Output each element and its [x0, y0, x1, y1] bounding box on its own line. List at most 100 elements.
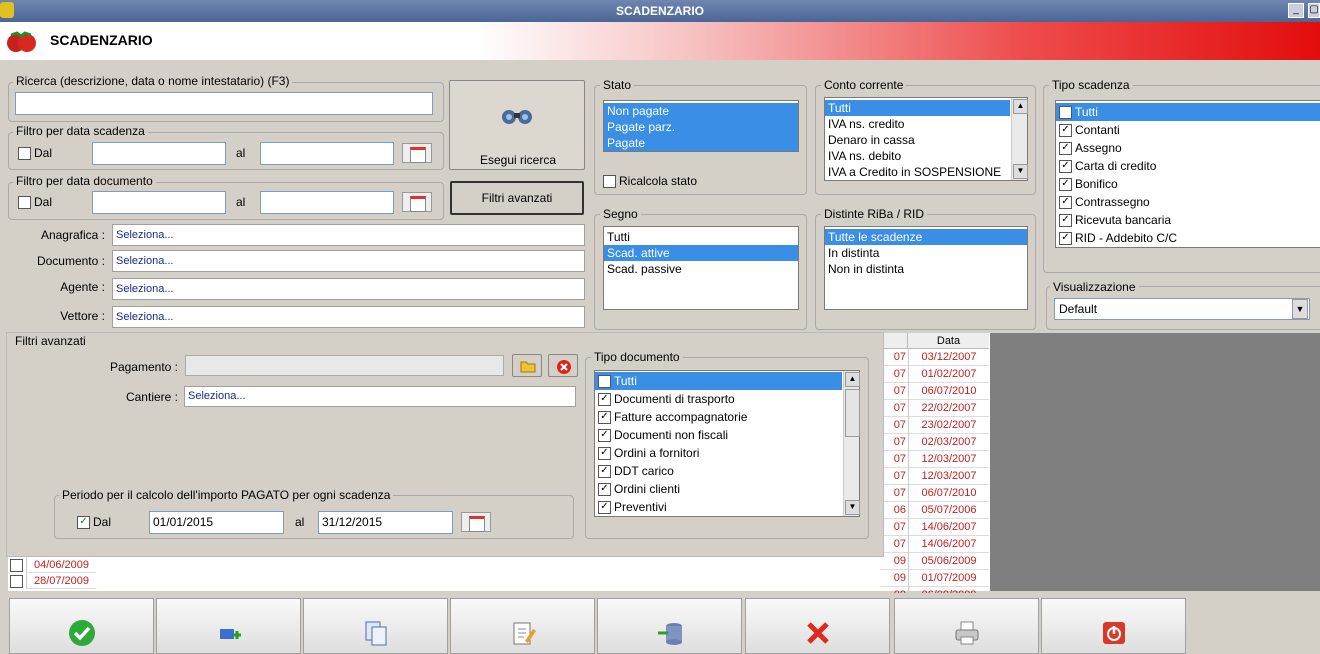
conto-item[interactable]: IVA ns. debito [825, 148, 1010, 164]
segno-listbox[interactable]: Tutti Scad. attive Scad. passive [603, 226, 799, 310]
database-button[interactable] [597, 598, 742, 654]
row-date: 05/06/2009 [909, 553, 989, 570]
folder-icon[interactable] [512, 354, 542, 377]
edit-button[interactable] [450, 598, 595, 654]
stato-item[interactable]: Non pagate [604, 103, 798, 119]
stato-item[interactable]: Pagate [604, 135, 798, 151]
tipo-scadenza-item[interactable]: ✓ Contanti [1056, 121, 1320, 139]
doc-date-from-input[interactable] [92, 191, 226, 214]
row-fragment: 07 [880, 383, 908, 400]
tipo-documento-item[interactable]: ✓ DDT carico [595, 462, 842, 480]
distinte-item[interactable]: Non in distinta [825, 261, 1027, 277]
conto-item[interactable]: IVA a Credito in SOSPENSIONE [825, 164, 1010, 180]
segno-item[interactable]: Tutti [604, 229, 798, 245]
exit-button[interactable] [1041, 598, 1186, 654]
tipo-documento-listbox[interactable]: ✓ Tutti ✓ Documenti di trasporto ✓ Fatture … [594, 370, 860, 517]
conto-scrollbar[interactable]: ▲ ▼ [1011, 98, 1028, 180]
cantiere-picker[interactable]: Seleziona... [184, 386, 576, 407]
table-row[interactable] [10, 574, 26, 589]
advanced-filters-button[interactable]: Filtri avanzati [450, 181, 584, 215]
tipo-documento-item[interactable]: ✓ Documenti non fiscali [595, 426, 842, 444]
period-to-input[interactable]: 31/12/2015 [318, 511, 453, 534]
binoculars-icon [502, 110, 532, 124]
distinte-listbox[interactable]: Tutte le scadenze In distinta Non in dis… [824, 226, 1028, 310]
period-to-label: al [295, 515, 305, 529]
copy-button[interactable] [303, 598, 448, 654]
segno-item[interactable]: Scad. passive [604, 261, 798, 277]
recalc-state-label: Ricalcola stato [619, 174, 698, 188]
tipo-documento-item[interactable]: ✓ Fatture accompagnatorie [595, 408, 842, 426]
tipo-scadenza-item[interactable]: ✓ Contrassegno [1056, 193, 1320, 211]
tipo-scadenza-listbox[interactable]: ✓ Tutti ✓ Contanti ✓ Assegno ✓ Carta di cred… [1055, 100, 1320, 248]
agente-picker[interactable]: Seleziona... [112, 278, 585, 300]
search-input[interactable] [15, 92, 433, 115]
minimize-button[interactable]: _ [1288, 3, 1304, 18]
conto-item[interactable]: Tutti [825, 100, 1010, 116]
due-date-filter-legend: Filtro per data scadenza [13, 124, 148, 138]
row-fragment: 07 [880, 366, 908, 383]
payment-field[interactable] [185, 355, 504, 376]
chevron-down-icon[interactable]: ▼ [1292, 299, 1308, 319]
doc-date-from-checkbox[interactable]: Dal [18, 195, 52, 210]
agente-label: Agente : [60, 280, 105, 294]
stato-listbox[interactable]: Non pagate Pagate parz. Pagate [603, 100, 799, 152]
date-column-header[interactable]: Data [908, 333, 989, 349]
doc-date-calendar-icon[interactable] [402, 192, 432, 212]
add-button[interactable] [156, 598, 301, 654]
grid-empty-area [990, 333, 1320, 591]
checkmark-icon [69, 620, 95, 646]
conto-item[interactable]: Denaro in cassa [825, 132, 1010, 148]
tipo-scadenza-item[interactable]: ✓ Tutti [1056, 103, 1320, 121]
segno-item[interactable]: Scad. attive [604, 245, 798, 261]
anagrafica-picker[interactable]: Seleziona... [112, 224, 585, 246]
edit-document-icon [513, 622, 536, 645]
stato-item[interactable]: Pagate parz. [604, 119, 798, 135]
visual-select[interactable]: Default [1054, 298, 1310, 320]
period-from-checkbox[interactable]: ✓ Dal [77, 515, 111, 530]
confirm-button[interactable] [9, 598, 154, 654]
table-row[interactable] [10, 558, 26, 573]
tipo-documento-scrollbar[interactable]: ▲ ▼ [843, 371, 860, 516]
tipo-documento-item[interactable]: ✓ Documenti di trasporto [595, 390, 842, 408]
tipo-scadenza-item[interactable]: ✓ Ricevuta bancaria [1056, 211, 1320, 229]
period-from-input[interactable]: 01/01/2015 [149, 511, 284, 534]
scroll-down-icon[interactable]: ▼ [845, 500, 860, 515]
documento-picker[interactable]: Seleziona... [112, 250, 585, 272]
segno-legend: Segno [600, 207, 641, 221]
tipo-documento-item[interactable]: ✓ Preventivi [595, 498, 842, 516]
tipo-documento-item[interactable]: ✓ Ordini clienti [595, 480, 842, 498]
distinte-item[interactable]: In distinta [825, 245, 1027, 261]
tipo-documento-item[interactable]: ✓ Ordini a fornitori [595, 444, 842, 462]
row-date: 14/06/2007 [909, 519, 989, 536]
distinte-item[interactable]: Tutte le scadenze [825, 229, 1027, 245]
tipo-documento-item[interactable]: ✓ Tutti [595, 372, 842, 390]
tipo-scadenza-item[interactable]: ✓ Assegno [1056, 139, 1320, 157]
due-date-calendar-icon[interactable] [402, 143, 432, 163]
vettore-picker[interactable]: Seleziona... [112, 306, 585, 328]
tipo-scadenza-item[interactable]: ✓ RID - Addebito C/C [1056, 229, 1320, 247]
conto-listbox[interactable]: Tutti IVA ns. credito Denaro in cassa IV… [824, 97, 1028, 181]
recalc-state-checkbox[interactable]: Ricalcola stato [603, 174, 698, 189]
run-search-button[interactable]: Esegui ricerca [449, 80, 585, 170]
due-date-from-checkbox[interactable]: Dal [18, 146, 52, 161]
due-date-from-input[interactable] [92, 142, 226, 165]
tipo-scadenza-item[interactable]: ✓ Carta di credito [1056, 157, 1320, 175]
scroll-up-icon[interactable]: ▲ [1013, 99, 1028, 114]
doc-date-to-input[interactable] [260, 191, 394, 214]
scroll-up-icon[interactable]: ▲ [845, 372, 860, 387]
row-fragment: 07 [880, 468, 908, 485]
row-date: 23/02/2007 [909, 417, 989, 434]
period-calendar-icon[interactable] [461, 512, 491, 532]
due-date-to-input[interactable] [260, 142, 394, 165]
tipo-scadenza-item[interactable]: ✓ Bonifico [1056, 175, 1320, 193]
row-fragment: 07 [880, 519, 908, 536]
scroll-thumb[interactable] [845, 389, 860, 437]
print-button[interactable] [894, 598, 1039, 654]
window-control-button[interactable]: ▢ [1308, 3, 1320, 18]
conto-item[interactable]: IVA ns. credito [825, 116, 1010, 132]
scroll-down-icon[interactable]: ▼ [1013, 164, 1028, 179]
grid-bottom-rows [8, 557, 880, 591]
strawberry-logo-icon [5, 31, 37, 53]
delete-button[interactable] [745, 598, 890, 654]
clear-icon[interactable] [548, 354, 578, 377]
